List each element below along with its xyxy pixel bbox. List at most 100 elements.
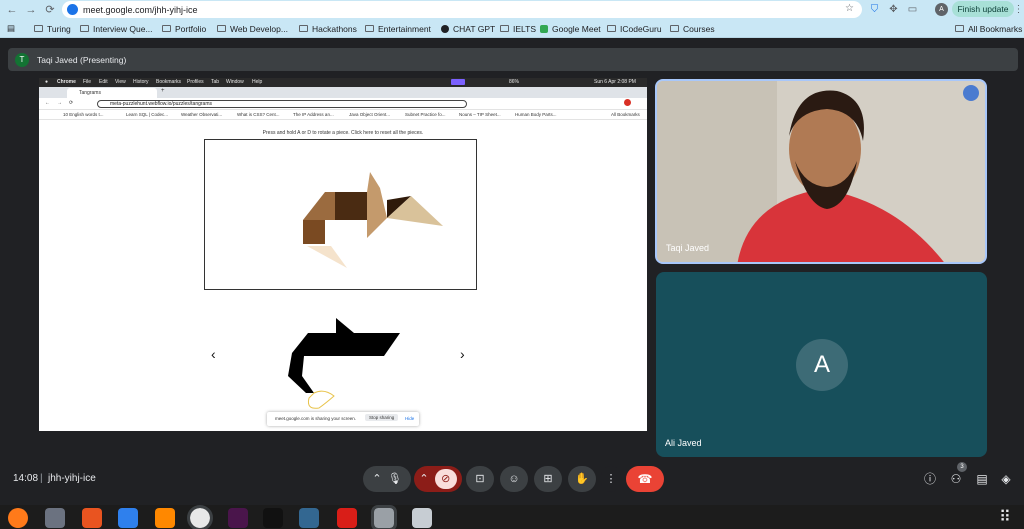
more-options-button[interactable]: ⋮ <box>601 466 621 492</box>
puzzle-hint: Press and hold A or D to rotate a piece.… <box>262 130 424 136</box>
captions-icon: ⊡ <box>475 473 485 485</box>
inner-bookmark: Subnet Practice fo... <box>405 112 446 117</box>
mail-icon[interactable] <box>337 508 357 528</box>
reload-icon[interactable]: ⟳ <box>43 3 57 17</box>
silhouette-outline <box>308 390 335 409</box>
tangram-piece <box>303 192 335 220</box>
bookmark-label: Interview Que... <box>93 23 153 34</box>
inner-address-row: ← → ⟳ meta-puzzlehunt.webflow.io/puzzles… <box>39 98 647 110</box>
back-icon[interactable]: ← <box>5 3 19 17</box>
battery-label: 86% <box>509 79 520 85</box>
extensions-icon[interactable]: ✥ <box>887 3 900 16</box>
microphone-icon[interactable]: 🎙 <box>388 473 402 485</box>
tab-search-icon[interactable]: ▭ <box>906 3 919 16</box>
chevron-up-icon[interactable]: ⌃ <box>372 473 381 485</box>
activities-button[interactable]: ◈ <box>998 471 1014 487</box>
camera-feed <box>657 81 985 262</box>
meeting-time: 14:08 <box>13 473 39 484</box>
inner-tab: Tangrams <box>67 88 157 98</box>
shield-icon[interactable]: ⛉ <box>868 3 881 16</box>
forward-icon[interactable]: → <box>24 3 38 17</box>
screenshot-icon[interactable] <box>371 505 397 529</box>
people-button[interactable]: ⚇ <box>948 471 964 487</box>
bookmark-label: Entertainment <box>378 23 431 34</box>
bookmark-star-icon[interactable]: ☆ <box>845 3 854 14</box>
menubar-item: Bookmarks <box>156 79 182 85</box>
slack-icon[interactable] <box>228 508 248 528</box>
present-button[interactable]: ⊞ <box>534 466 562 492</box>
participant-tile-taqi[interactable]: Taqi Javed <box>655 79 987 264</box>
participant-name: Taqi Javed <box>666 243 710 253</box>
folder-icon <box>299 25 308 32</box>
menu-icon[interactable]: ⋮ <box>1012 3 1024 16</box>
presenting-banner: T Taqi Javed (Presenting) <box>8 48 1018 71</box>
more-vert-icon: ⋮ <box>605 473 617 485</box>
profile-avatar[interactable]: A <box>935 3 948 16</box>
postgresql-icon[interactable] <box>299 508 319 528</box>
folder-icon <box>955 25 964 32</box>
firefox-icon[interactable] <box>8 508 28 528</box>
raise-hand-button[interactable]: ✋ <box>568 466 596 492</box>
present-screen-icon: ⊞ <box>543 473 553 485</box>
participant-tile-ali[interactable]: A Ali Javed <box>656 272 987 457</box>
bookmark-entertainment[interactable]: Entertainment <box>365 23 431 34</box>
bookmark-label: Hackathons <box>312 23 357 34</box>
inner-bookmark: The IP Address an... <box>293 112 334 117</box>
tangram-piece <box>367 172 387 238</box>
intellij-icon[interactable] <box>263 508 283 528</box>
meeting-info-button[interactable]: ⓘ <box>922 471 938 487</box>
vscode-icon[interactable] <box>118 508 138 528</box>
bookmark-chatgpt[interactable]: CHAT GPT <box>441 23 495 34</box>
address-bar[interactable]: meet.google.com/jhh-yihj-ice ☆ <box>62 1 862 18</box>
bookmark-portfolio[interactable]: Portfolio <box>162 23 206 34</box>
bookmark-label: CHAT GPT <box>453 23 496 34</box>
all-bookmarks[interactable]: All Bookmarks <box>955 23 1022 34</box>
inner-url: meta-puzzlehunt.webflow.io/puzzles/tangr… <box>97 100 467 108</box>
chevron-up-icon[interactable]: ⌃ <box>419 473 428 485</box>
bookmark-webdev[interactable]: Web Develop... <box>217 23 288 34</box>
chat-button[interactable]: ▤ <box>974 471 990 487</box>
inner-tab-strip: Tangrams + <box>39 87 647 98</box>
bookmark-icodeguru[interactable]: ICodeGuru <box>607 23 662 34</box>
share-notice-text: meet.google.com is sharing your screen. <box>275 416 357 421</box>
end-call-button[interactable]: ☎ <box>626 466 664 492</box>
chrome-icon[interactable] <box>187 505 213 529</box>
bookmark-interview[interactable]: Interview Que... <box>80 23 153 34</box>
bookmark-hackathons[interactable]: Hackathons <box>299 23 357 34</box>
bookmark-ielts[interactable]: IELTS <box>500 23 536 34</box>
camera-off-icon[interactable]: ⊘ <box>434 469 457 489</box>
microphone-button[interactable]: ⌃ 🎙 <box>363 466 411 492</box>
menubar-item: Chrome <box>57 79 76 85</box>
app-grid-icon[interactable]: ⠿ <box>996 508 1014 528</box>
files-icon[interactable] <box>45 508 65 528</box>
apps-icon[interactable]: ▤ <box>7 23 15 34</box>
bookmark-turing[interactable]: Turing <box>34 23 71 34</box>
folder-icon <box>80 25 89 32</box>
bookmarks-bar: ▤ Turing Interview Que... Portfolio Web … <box>0 19 1024 38</box>
folder-icon <box>217 25 226 32</box>
site-info-icon[interactable] <box>67 4 78 15</box>
screen-share-indicator-icon <box>451 79 465 85</box>
trash-icon[interactable] <box>412 508 432 528</box>
inner-bookmark: Java Object Orient... <box>349 112 391 117</box>
inner-profile-icon <box>624 99 631 106</box>
new-tab-icon: + <box>161 88 165 94</box>
menubar-item: Window <box>226 79 244 85</box>
bookmark-courses[interactable]: Courses <box>670 23 715 34</box>
people-icon: ⚇ <box>950 472 962 486</box>
apple-icon: ● <box>45 79 49 85</box>
emoji-button[interactable]: ☺ <box>500 466 528 492</box>
inner-bookmark: Human Body Parts... <box>515 112 557 117</box>
presenter-avatar: T <box>15 52 29 67</box>
bookmark-label: ICodeGuru <box>620 23 662 34</box>
phone-hangup-icon: ☎ <box>637 472 653 486</box>
captions-button[interactable]: ⊡ <box>466 466 494 492</box>
bookmark-google-meet[interactable]: Google Meet <box>540 23 601 34</box>
finish-update-button[interactable]: Finish update <box>952 1 1014 17</box>
camera-button[interactable]: ⌃ ⊘ <box>414 466 462 492</box>
bookmark-label: IELTS <box>513 23 536 34</box>
share-notice: meet.google.com is sharing your screen. … <box>267 412 419 426</box>
software-center-icon[interactable] <box>82 508 102 528</box>
vlc-icon[interactable] <box>155 508 175 528</box>
participant-name: Ali Javed <box>665 438 702 448</box>
